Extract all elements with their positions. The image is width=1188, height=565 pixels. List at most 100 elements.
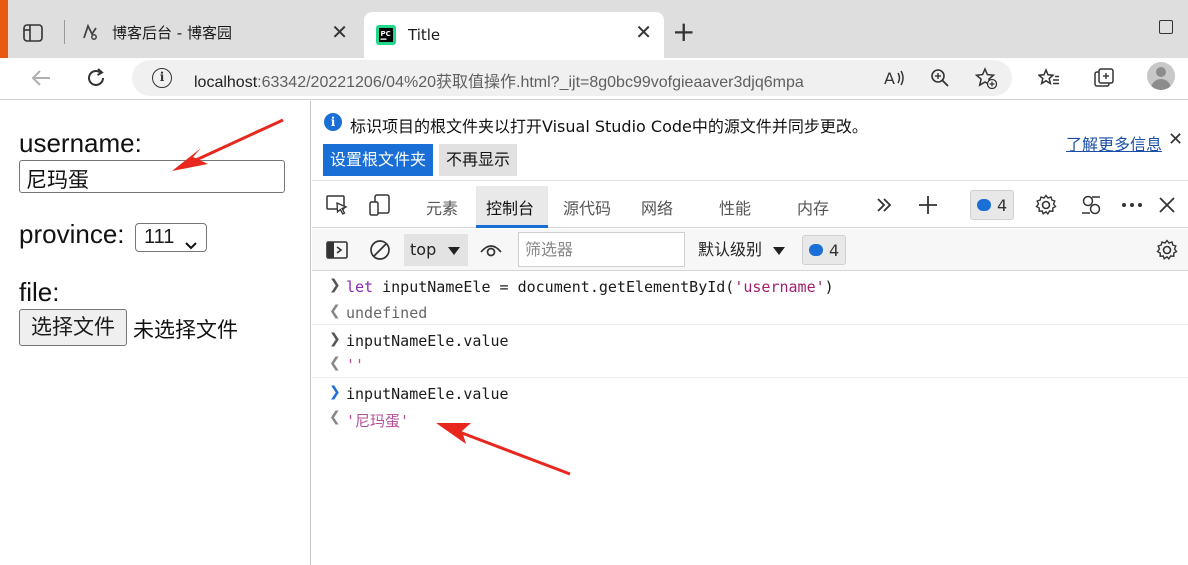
customize-icon[interactable]	[1078, 193, 1104, 217]
cnblogs-favicon-icon	[80, 22, 100, 42]
collections-icon[interactable]	[1089, 63, 1119, 93]
profile-avatar[interactable]	[1147, 62, 1175, 90]
more-tabs-icon[interactable]	[871, 193, 897, 217]
console-command[interactable]: inputNameEle.value	[346, 332, 509, 350]
tab-title: 博客后台 - 博客园	[112, 23, 232, 42]
input-chevron-icon: ❯	[329, 277, 341, 293]
issues-count: 4	[997, 195, 1008, 215]
active-tab-indicator	[476, 225, 548, 228]
tab-actions-icon[interactable]	[18, 18, 48, 48]
context-value: top	[410, 240, 437, 259]
svg-text:PC: PC	[381, 30, 391, 38]
tab-title: Title	[408, 26, 441, 44]
console-command[interactable]: inputNameEle.value	[346, 385, 509, 403]
username-label: username:	[19, 128, 142, 158]
console-result-row: ❮ undefined	[312, 300, 1188, 326]
tab-performance[interactable]: 性能	[719, 195, 751, 219]
address-bar: i localhost:63342/20221206/04%20获取值操作.ht…	[0, 58, 1188, 100]
more-options-icon[interactable]	[1119, 193, 1145, 217]
window-edge	[0, 0, 8, 58]
message-bubble-icon	[809, 244, 823, 256]
clear-console-icon[interactable]	[367, 238, 393, 262]
new-tab-button[interactable]: +	[672, 18, 695, 46]
tab-divider	[64, 20, 65, 44]
tab-memory[interactable]: 内存	[797, 195, 829, 219]
set-root-folder-button[interactable]: 设置根文件夹	[323, 144, 433, 176]
result-chevron-icon: ❮	[329, 409, 341, 425]
close-infobar-icon[interactable]: ✕	[1168, 129, 1183, 150]
add-favorite-icon[interactable]	[974, 66, 998, 90]
caret-down-icon	[773, 240, 786, 259]
page-viewport: username: 尼玛蛋 province: 111 file: 选择文件 未…	[0, 101, 311, 565]
input-chevron-icon: ❯	[329, 331, 341, 347]
url-text[interactable]: localhost:63342/20221206/04%20获取值操作.html…	[194, 68, 804, 92]
file-label: file:	[19, 277, 60, 307]
tab-close-icon[interactable]: ✕	[635, 22, 652, 42]
tab-elements[interactable]: 元素	[426, 195, 458, 219]
refresh-icon[interactable]	[81, 63, 111, 93]
toggle-sidebar-icon[interactable]	[324, 238, 350, 262]
console-toolbar: top 筛选器 默认级别 4	[312, 229, 1188, 271]
settings-gear-icon[interactable]	[1033, 193, 1059, 217]
result-chevron-icon: ❮	[329, 303, 341, 319]
username-input[interactable]: 尼玛蛋	[19, 160, 285, 193]
favorites-icon[interactable]	[1034, 63, 1064, 93]
console-issues-badge[interactable]: 4	[802, 235, 847, 265]
context-select[interactable]: top	[404, 234, 468, 266]
close-devtools-icon[interactable]	[1154, 193, 1180, 217]
console-input-row: ❯ let inputNameEle = document.getElement…	[312, 274, 1188, 300]
tab-sources[interactable]: 源代码	[563, 195, 611, 219]
issues-badge[interactable]: 4	[970, 190, 1015, 220]
console-settings-gear-icon[interactable]	[1154, 238, 1180, 262]
site-info-icon[interactable]: i	[152, 68, 172, 88]
live-expression-eye-icon[interactable]	[478, 238, 504, 262]
learn-more-link[interactable]: 了解更多信息	[1066, 131, 1162, 155]
row-divider	[312, 377, 1188, 378]
input-chevron-icon: ❯	[329, 384, 341, 400]
devtools-tab-bar: 元素 控制台 源代码 网络 性能 内存 4	[312, 182, 1188, 228]
maximize-icon[interactable]	[1159, 20, 1173, 34]
console-result-row: ❮ '尼玛蛋'	[312, 406, 1188, 432]
tab-close-icon[interactable]: ✕	[331, 22, 348, 42]
read-aloud-icon[interactable]: A	[882, 66, 906, 90]
zoom-icon[interactable]	[928, 66, 952, 90]
tab-title-page[interactable]: PC Title ✕	[364, 12, 664, 58]
file-status: 未选择文件	[133, 319, 238, 342]
browser-tab-bar: 博客后台 - 博客园 ✕ PC Title ✕ +	[0, 0, 1188, 58]
dont-show-again-button[interactable]: 不再显示	[439, 144, 517, 176]
log-level-value: 默认级别	[698, 240, 763, 259]
devtools-infobar: i 标识项目的根文件夹以打开Visual Studio Code中的源文件并同步…	[312, 101, 1188, 181]
svg-text:A: A	[884, 69, 895, 88]
chevron-down-icon	[184, 232, 198, 259]
console-filter-input[interactable]: 筛选器	[518, 232, 685, 267]
tab-network[interactable]: 网络	[641, 195, 673, 219]
province-selected-value: 111	[144, 226, 175, 248]
choose-file-button[interactable]: 选择文件	[19, 309, 127, 346]
add-tool-icon[interactable]	[915, 193, 941, 217]
url-field[interactable]: i localhost:63342/20221206/04%20获取值操作.ht…	[132, 60, 1012, 96]
back-icon[interactable]	[26, 63, 56, 93]
console-result: '尼玛蛋'	[346, 412, 410, 430]
province-label: province:	[19, 219, 125, 249]
console-result-row: ❮ ''	[312, 352, 1188, 378]
infobar-message: 标识项目的根文件夹以打开Visual Studio Code中的源文件并同步更改…	[350, 117, 868, 136]
console-result: ''	[346, 356, 365, 374]
console-result: undefined	[346, 304, 428, 322]
row-divider	[312, 324, 1188, 325]
device-emulation-icon[interactable]	[367, 193, 393, 217]
log-level-select[interactable]: 默认级别	[698, 234, 786, 266]
message-bubble-icon	[977, 199, 991, 211]
issues-count: 4	[829, 240, 840, 260]
tab-blog-admin[interactable]: 博客后台 - 博客园 ✕	[74, 12, 360, 52]
pycharm-favicon-icon: PC	[376, 25, 396, 45]
result-chevron-icon: ❮	[329, 355, 341, 371]
tab-console[interactable]: 控制台	[486, 195, 534, 219]
caret-down-icon	[448, 234, 460, 266]
console-output: ❯ let inputNameEle = document.getElement…	[312, 272, 1188, 565]
info-icon: i	[324, 113, 342, 131]
console-command[interactable]: let inputNameEle = document.getElementBy…	[346, 278, 834, 296]
devtools-panel: i 标识项目的根文件夹以打开Visual Studio Code中的源文件并同步…	[312, 101, 1188, 565]
inspect-element-icon[interactable]	[324, 193, 350, 217]
console-input-row: ❯ inputNameEle.value	[312, 328, 1188, 354]
province-select[interactable]: 111	[135, 223, 207, 252]
